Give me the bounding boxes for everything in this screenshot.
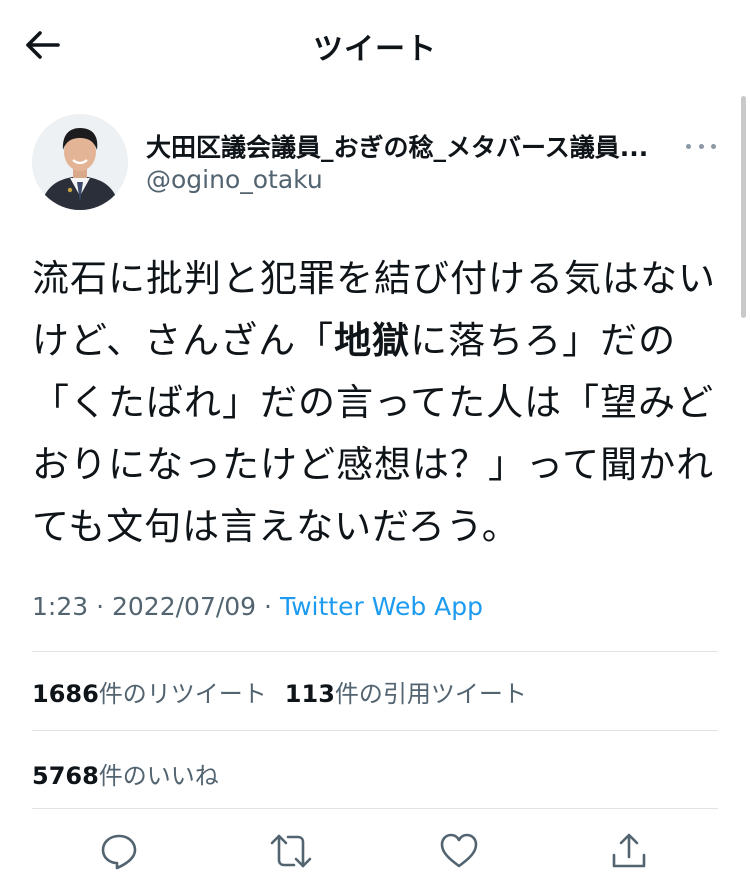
share-icon [612,833,646,868]
tweet-date[interactable]: 2022/07/09 [112,592,256,621]
tweet-meta: 1:23 · 2022/07/09 · Twitter Web App [32,592,483,621]
scrollbar[interactable] [741,96,746,318]
more-dot [698,143,704,149]
engagement-stats-row: 1686件のリツイート 113件の引用ツイート [32,674,527,709]
more-horizontal-icon [686,143,691,149]
more-options-button[interactable] [686,136,716,156]
like-button[interactable] [434,828,484,874]
likes-stats-row: 5768件のいいね [32,756,219,791]
author-handle[interactable]: @ogino_otaku [146,165,323,194]
tweet-source-link[interactable]: Twitter Web App [280,592,483,621]
quotes-stat[interactable]: 113件の引用ツイート [285,680,527,708]
reply-button[interactable] [94,828,144,874]
meta-separator: · [96,592,105,621]
retweet-button[interactable] [266,828,316,874]
retweets-stat[interactable]: 1686件のリツイート [32,680,267,708]
meta-separator: · [264,592,272,621]
retweet-icon [270,834,312,868]
retweets-label: 件のリツイート [98,680,267,708]
tweet-text-bold: 地獄 [334,319,411,362]
quotes-count: 113 [284,680,335,708]
more-dot [711,143,716,149]
likes-label: 件のいいね [98,762,219,790]
likes-stat[interactable]: 5768件のいいね [32,762,219,790]
avatar[interactable] [32,114,128,210]
divider [32,808,718,809]
divider [32,651,718,652]
likes-count: 5768 [32,762,99,790]
tweet-time[interactable]: 1:23 [32,592,88,621]
page-title: ツイート [313,32,437,67]
reply-icon [101,834,137,870]
tweet-text: 流石に批判と犯罪を結び付ける気はないけど、さんざん「地獄に落ちろ」だの「くたばれ… [32,248,718,558]
avatar-photo [32,114,128,210]
top-bar: ツイート [0,0,750,88]
share-button[interactable] [604,828,654,874]
heart-icon [440,833,478,868]
quotes-label: 件の引用ツイート [334,680,527,708]
divider [32,730,718,731]
author-display-name[interactable]: 大田区議会議員_おぎの稔_メタバース議員... [146,128,674,164]
retweets-count: 1686 [32,680,99,708]
